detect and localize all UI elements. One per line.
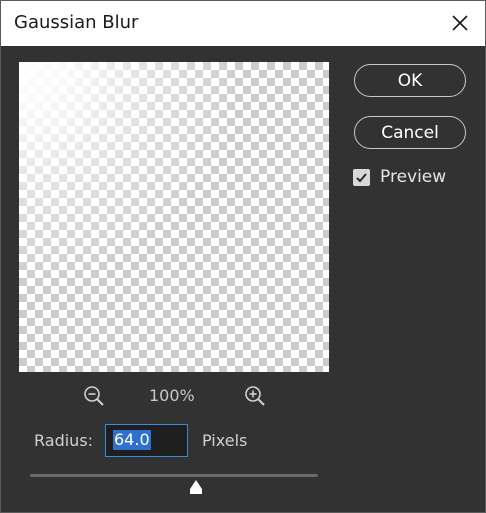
radius-units-label: Pixels xyxy=(202,431,248,450)
cancel-button[interactable]: Cancel xyxy=(354,116,466,149)
radius-slider-track[interactable] xyxy=(30,474,318,477)
preview-canvas[interactable] xyxy=(19,62,329,372)
zoom-in-icon xyxy=(245,386,265,406)
close-icon xyxy=(452,15,468,31)
checkmark-icon xyxy=(356,173,367,183)
radius-label: Radius: xyxy=(34,431,94,450)
radius-input[interactable]: 64.0 xyxy=(105,424,188,457)
preview-checkbox-label[interactable]: Preview xyxy=(380,167,446,187)
zoom-in-button[interactable] xyxy=(244,385,266,407)
title-bar: Gaussian Blur xyxy=(1,1,485,46)
zoom-out-icon xyxy=(84,386,104,406)
gaussian-blur-dialog: Gaussian Blur OK Cancel Preview 100% Rad… xyxy=(0,0,486,513)
ok-button[interactable]: OK xyxy=(354,64,466,97)
radius-value: 64.0 xyxy=(113,430,151,450)
zoom-level: 100% xyxy=(149,386,195,405)
close-button[interactable] xyxy=(443,7,477,39)
dialog-content: OK Cancel Preview 100% Radius: 64.0 Pixe… xyxy=(1,46,485,512)
dialog-title: Gaussian Blur xyxy=(14,12,139,33)
zoom-out-button[interactable] xyxy=(83,385,105,407)
preview-checkbox[interactable] xyxy=(353,169,370,186)
radius-slider-thumb[interactable] xyxy=(188,479,204,495)
